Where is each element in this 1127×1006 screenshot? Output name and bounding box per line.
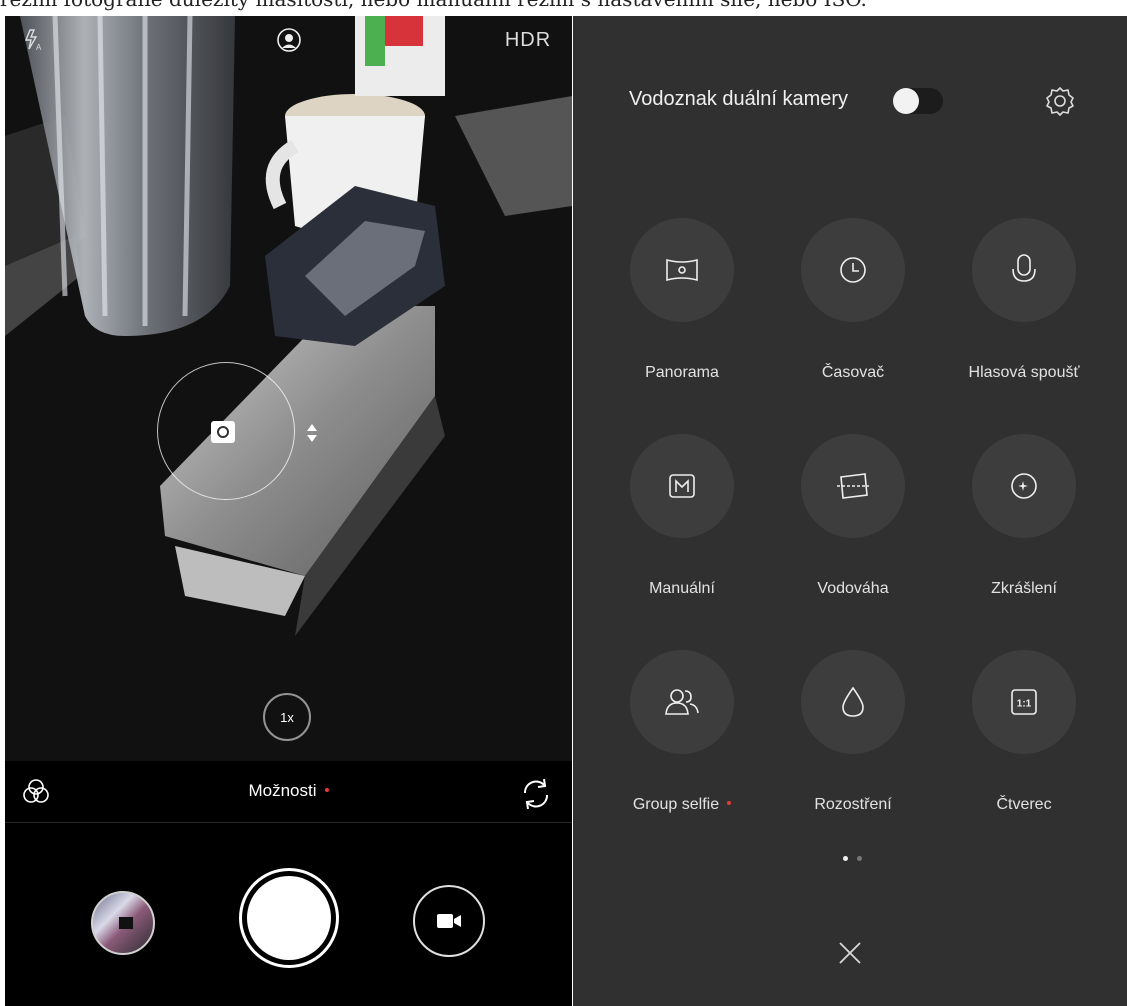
options-label: Možnosti — [248, 781, 317, 800]
svg-text:1:1: 1:1 — [1017, 699, 1032, 710]
panorama-icon — [630, 218, 734, 322]
close-icon[interactable] — [837, 940, 863, 966]
tile-timer[interactable]: Časovač — [773, 218, 933, 382]
viewfinder-photo — [5, 16, 572, 761]
camera-options-panel: Vodoznak duální kamery Panorama Časovač … — [573, 16, 1127, 1006]
exposure-camera-icon[interactable] — [211, 421, 235, 443]
exposure-arrows-icon[interactable] — [305, 421, 319, 445]
video-mode-button[interactable] — [413, 885, 485, 957]
tile-beautify[interactable]: Zkrášlení — [944, 434, 1104, 598]
level-icon — [801, 434, 905, 538]
tile-blur[interactable]: Rozostření — [773, 650, 933, 814]
tile-panorama[interactable]: Panorama — [602, 218, 762, 382]
tile-group-selfie[interactable]: Group selfie — [602, 650, 762, 814]
svg-text:A: A — [36, 43, 42, 52]
page-dot[interactable] — [857, 856, 862, 861]
tile-voice-shutter[interactable]: Hlasová spoušť — [944, 218, 1104, 382]
beautify-icon — [972, 434, 1076, 538]
flash-auto-icon[interactable]: A — [19, 26, 47, 54]
switch-camera-icon[interactable] — [517, 775, 555, 813]
microphone-icon — [972, 218, 1076, 322]
options-bar: Možnosti — [5, 761, 572, 823]
tile-label: Vodováha — [817, 580, 889, 597]
video-icon — [437, 914, 461, 928]
group-selfie-badge — [727, 800, 732, 805]
square-icon: 1:1 — [972, 650, 1076, 754]
camera-screen: A HDR 1x Možnosti — [5, 16, 572, 1006]
watermark-toggle[interactable] — [893, 88, 943, 114]
tile-label: Zkrášlení — [991, 580, 1057, 597]
group-icon — [630, 650, 734, 754]
gallery-thumbnail[interactable] — [91, 891, 155, 955]
manual-icon — [630, 434, 734, 538]
tile-label: Manuální — [649, 580, 715, 597]
tile-manual[interactable]: Manuální — [602, 434, 762, 598]
zoom-button[interactable]: 1x — [263, 693, 311, 741]
portrait-icon[interactable] — [275, 26, 303, 54]
page-indicator — [843, 856, 873, 864]
tile-label: Hlasová spoušť — [968, 364, 1080, 381]
drop-icon — [801, 650, 905, 754]
options-badge — [324, 787, 329, 792]
viewfinder[interactable]: A HDR 1x — [5, 16, 572, 761]
page-dot-active[interactable] — [843, 856, 848, 861]
tile-square[interactable]: 1:1 Čtverec — [944, 650, 1104, 814]
page-caption: režim fotografie důležitý masitosti, neb… — [0, 0, 1127, 16]
tile-label-text: Group selfie — [632, 796, 720, 813]
tile-label: Group selfie — [602, 796, 762, 814]
watermark-label: Vodoznak duální kamery — [629, 88, 849, 110]
settings-icon[interactable] — [1044, 85, 1076, 117]
hdr-icon[interactable]: HDR — [503, 26, 553, 54]
options-menu-button[interactable]: Možnosti — [5, 781, 572, 801]
tile-label: Časovač — [821, 364, 885, 381]
tile-label: Rozostření — [814, 796, 892, 813]
shutter-button[interactable] — [239, 868, 339, 968]
tile-level[interactable]: Vodováha — [773, 434, 933, 598]
tile-label: Panorama — [645, 364, 719, 381]
timer-icon — [801, 218, 905, 322]
tile-label: Čtverec — [996, 796, 1052, 813]
